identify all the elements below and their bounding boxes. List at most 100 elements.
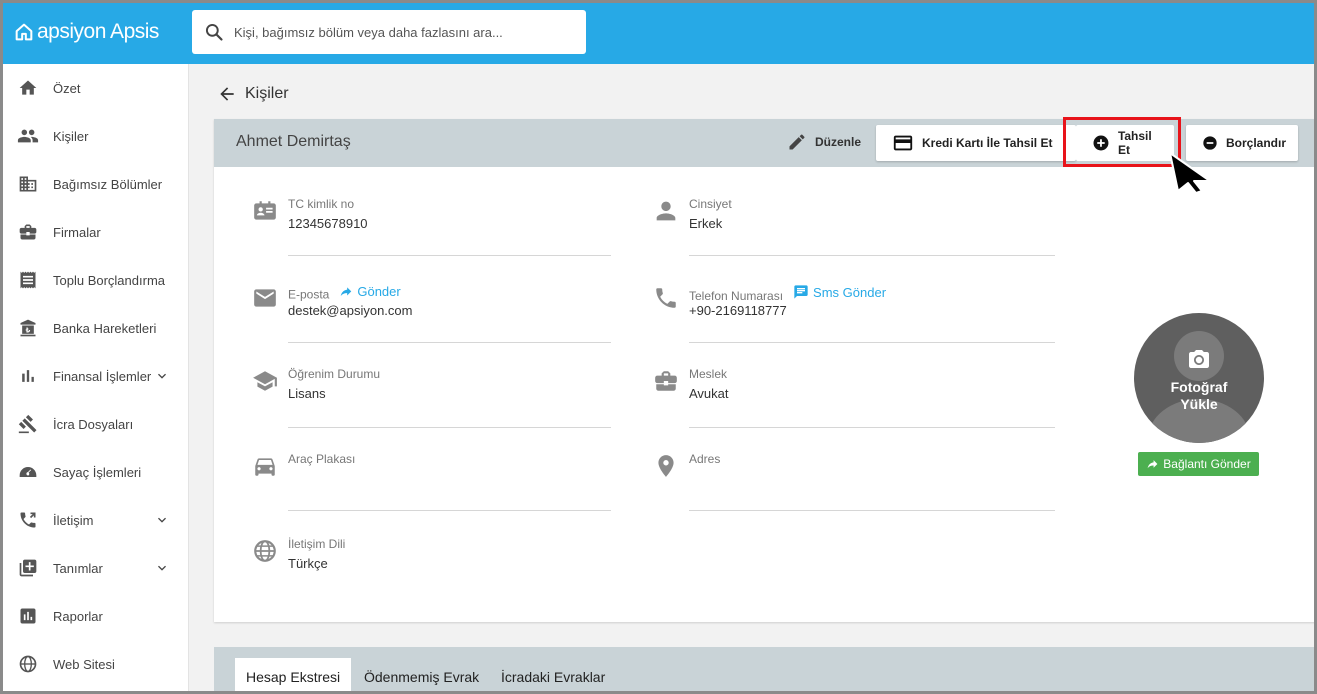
- globe-icon: [17, 653, 39, 675]
- debit-label: Borçlandır: [1225, 136, 1286, 150]
- phone-icon: [17, 509, 39, 531]
- globe-icon: [251, 537, 279, 565]
- photo-upload[interactable]: Fotoğraf Yükle: [1134, 313, 1264, 443]
- field-label: Öğrenim Durumu: [288, 367, 381, 381]
- divider: [689, 427, 1055, 428]
- report-icon: [17, 605, 39, 627]
- person-icon: [652, 197, 680, 225]
- tabs-bar: Hesap Ekstresi Ödenmemiş Evrak İcradaki …: [214, 647, 1314, 691]
- sidebar-item-label: Tanımlar: [53, 560, 103, 576]
- sidebar-item-label: Firmalar: [53, 224, 101, 240]
- chevron-down-icon[interactable]: [154, 560, 170, 579]
- sidebar-item-label: İletişim: [53, 512, 94, 528]
- sidebar-item-raporlar[interactable]: Raporlar: [3, 592, 188, 640]
- logo-text: apsiyon Apsis: [37, 20, 159, 43]
- phone-icon: [652, 284, 680, 312]
- field-label: Telefon Numarası Sms Gönder: [689, 284, 886, 304]
- back-link[interactable]: Kişiler: [217, 84, 289, 104]
- divider: [689, 342, 1055, 343]
- sidebar-item-kisiler[interactable]: Kişiler: [3, 112, 188, 160]
- app-window: apsiyon Apsis Özet Kişiler Bağımsız Bölü…: [0, 0, 1317, 694]
- edit-label: Düzenle: [815, 135, 862, 149]
- collect-button[interactable]: Tahsil Et: [1076, 125, 1174, 161]
- briefcase-icon: [652, 367, 680, 395]
- sidebar-item-ozet[interactable]: Özet: [3, 64, 188, 112]
- debit-button[interactable]: Borçlandır: [1186, 125, 1298, 161]
- field-value: Avukat: [689, 386, 729, 401]
- top-bar: apsiyon Apsis: [3, 3, 1314, 64]
- credit-card-collect-label: Kredi Kartı İle Tahsil Et: [922, 136, 1053, 150]
- sms-send-link[interactable]: Sms Gönder: [793, 284, 886, 300]
- email-send-link[interactable]: Gönder: [339, 284, 401, 299]
- credit-card-icon: [893, 135, 913, 151]
- remove-circle-icon: [1203, 136, 1217, 150]
- sidebar-item-label: Finansal İşlemler: [53, 368, 152, 384]
- sidebar-item-tanimlar[interactable]: Tanımlar: [3, 544, 188, 592]
- sidebar: Özet Kişiler Bağımsız Bölümler Firmalar …: [3, 64, 189, 691]
- field-value: Lisans: [288, 386, 326, 401]
- id-card-icon: [251, 197, 279, 225]
- field-label: E-posta Gönder: [288, 284, 401, 302]
- phone-label: Telefon Numarası: [689, 289, 784, 303]
- person-name: Ahmet Demirtaş: [236, 133, 351, 150]
- field-value: destek@apsiyon.com: [288, 303, 413, 318]
- tab-label: Ödenmemiş Evrak: [364, 669, 480, 685]
- share-arrow-icon: [341, 286, 352, 296]
- sidebar-item-label: Web Sitesi: [53, 656, 115, 672]
- field-label: Adres: [689, 452, 721, 466]
- bar-chart-icon: [17, 365, 39, 387]
- email-label: E-posta: [288, 287, 330, 302]
- sidebar-item-sayac-islemleri[interactable]: Sayaç İşlemleri: [3, 448, 188, 496]
- camera-icon: [1187, 348, 1211, 375]
- sidebar-item-label: Özet: [53, 80, 81, 96]
- person-card-header: Ahmet Demirtaş Düzenle Kredi Kartı İle T…: [214, 117, 1314, 167]
- home-outline-icon: [15, 23, 33, 41]
- field-label: TC kimlik no: [288, 197, 355, 211]
- tab-hesap-ekstresi[interactable]: Hesap Ekstresi: [235, 658, 352, 691]
- arrow-left-icon: [220, 87, 234, 101]
- sidebar-item-label: Toplu Borçlandırma: [53, 272, 165, 288]
- edit-button[interactable]: Düzenle: [787, 132, 861, 152]
- photo-line2: Yükle: [1180, 396, 1218, 412]
- sidebar-item-icra-dosyalari[interactable]: İcra Dosyaları: [3, 400, 188, 448]
- back-label: Kişiler: [245, 85, 289, 102]
- sms-send-label: Sms Gönder: [813, 284, 887, 300]
- sidebar-item-label: Kişiler: [53, 128, 89, 144]
- divider: [689, 510, 1055, 511]
- share-arrow-icon: [1147, 459, 1158, 468]
- sidebar-item-label: İcra Dosyaları: [53, 416, 134, 432]
- home-icon: [17, 77, 39, 99]
- sidebar-item-finansal-islemler[interactable]: Finansal İşlemler: [3, 352, 188, 400]
- field-label: İletişim Dili: [288, 537, 346, 551]
- location-pin-icon: [652, 452, 680, 480]
- divider: [288, 510, 611, 511]
- meter-icon: [17, 461, 39, 483]
- car-icon: [251, 452, 279, 480]
- sidebar-item-iletisim[interactable]: İletişim: [3, 496, 188, 544]
- receipt-icon: [17, 269, 39, 291]
- tab-icradaki-evraklar[interactable]: İcradaki Evraklar: [490, 658, 616, 691]
- search-box[interactable]: [192, 10, 586, 54]
- building-icon: [17, 173, 39, 195]
- send-link-button[interactable]: Bağlantı Gönder: [1138, 452, 1259, 476]
- email-send-label: Gönder: [357, 284, 401, 299]
- sidebar-item-bagimsiz-bolumler[interactable]: Bağımsız Bölümler: [3, 160, 188, 208]
- pencil-icon: [789, 134, 805, 150]
- field-label: Meslek: [689, 367, 728, 381]
- sidebar-item-web-sitesi[interactable]: Web Sitesi: [3, 640, 188, 688]
- chevron-down-icon[interactable]: [154, 368, 170, 387]
- tab-odenmemis-evrak[interactable]: Ödenmemiş Evrak: [353, 658, 490, 691]
- gavel-icon: [17, 413, 39, 435]
- sidebar-item-banka-hareketleri[interactable]: ₺ Banka Hareketleri: [3, 304, 188, 352]
- message-icon: [794, 285, 808, 299]
- sidebar-item-firmalar[interactable]: Firmalar: [3, 208, 188, 256]
- logo[interactable]: apsiyon Apsis: [13, 20, 159, 44]
- chevron-down-icon[interactable]: [154, 512, 170, 531]
- search-input[interactable]: [234, 24, 564, 40]
- credit-card-collect-button[interactable]: Kredi Kartı İle Tahsil Et: [876, 125, 1076, 161]
- tab-label: İcradaki Evraklar: [501, 669, 606, 685]
- add-circle-icon: [1093, 135, 1109, 151]
- sidebar-item-toplu-borclandirma[interactable]: Toplu Borçlandırma: [3, 256, 188, 304]
- photo-upload-label: Fotoğraf Yükle: [1134, 379, 1264, 413]
- divider: [288, 255, 611, 256]
